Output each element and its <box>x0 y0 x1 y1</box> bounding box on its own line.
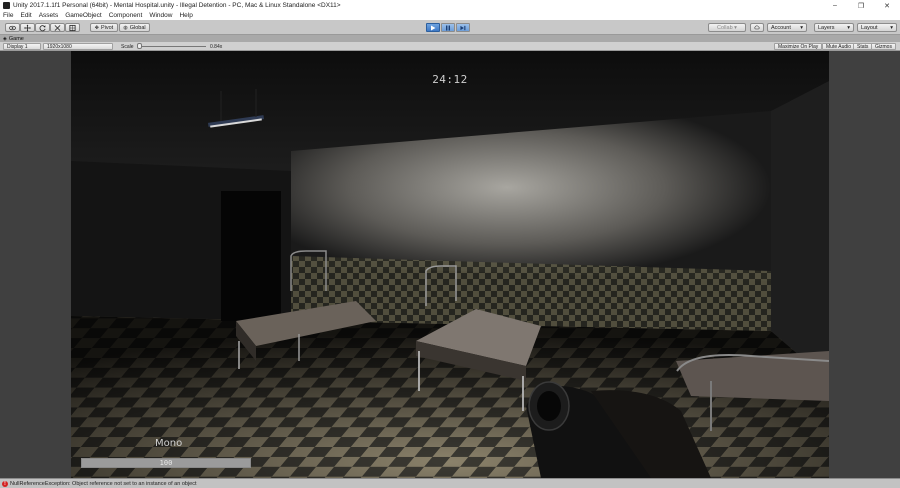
pivot-label: Pivot <box>100 24 114 31</box>
pause-icon <box>446 25 450 30</box>
chevron-down-icon: ▾ <box>800 24 803 31</box>
layers-label: Layers <box>818 24 835 31</box>
scale-slider-track[interactable] <box>138 46 206 47</box>
tab-game-label: Game <box>8 35 24 42</box>
menu-file[interactable]: File <box>3 12 13 19</box>
scale-tool-button[interactable] <box>50 23 65 32</box>
chevron-down-icon: ▾ <box>847 24 850 31</box>
step-button[interactable] <box>456 23 470 32</box>
title-bar: Unity 2017.1.1f1 Personal (64bit) - Ment… <box>0 0 900 11</box>
collab-label: Collab ▾ <box>717 24 737 31</box>
account-dropdown[interactable]: Account ▾ <box>767 23 807 32</box>
menu-assets[interactable]: Assets <box>39 12 59 19</box>
unity-logo-icon <box>3 2 10 9</box>
gamepad-icon: ◈ <box>3 35 7 42</box>
error-icon: ! <box>2 480 8 487</box>
cloud-button[interactable] <box>750 23 764 32</box>
play-button[interactable] <box>426 23 440 32</box>
menu-gameobject[interactable]: GameObject <box>65 12 102 19</box>
pivot-icon: ✥ <box>94 24 99 31</box>
step-icon <box>460 25 466 30</box>
rect-tool-icon <box>69 24 76 31</box>
game-view-panel: 24:12 Mono 100 <box>0 51 900 478</box>
layers-dropdown[interactable]: Layers ▾ <box>814 23 854 32</box>
global-label: Global <box>129 24 146 31</box>
pivot-toggle-button[interactable]: ✥ Pivot <box>90 23 118 32</box>
hand-tool-button[interactable] <box>5 23 20 32</box>
scale-arrows-icon <box>54 24 61 31</box>
menu-window[interactable]: Window <box>149 12 172 19</box>
window-controls: – ❐ ✕ <box>822 0 900 11</box>
rotate-icon <box>39 24 46 31</box>
game-viewport[interactable]: 24:12 Mono 100 <box>71 51 829 478</box>
move-arrows-icon <box>24 24 31 31</box>
collab-dropdown[interactable]: Collab ▾ <box>708 23 746 32</box>
window-title: Unity 2017.1.1f1 Personal (64bit) - Ment… <box>13 2 341 9</box>
game-view-toolbar: Display 1 1920x1080 Scale 0.84x Maximize… <box>0 42 900 51</box>
layout-label: Layout <box>861 24 878 31</box>
menu-help[interactable]: Help <box>179 12 192 19</box>
eye-icon <box>9 25 16 30</box>
maximize-button[interactable]: ❐ <box>848 0 874 11</box>
error-message: NullReferenceException: Object reference… <box>10 480 197 487</box>
layout-dropdown[interactable]: Layout ▾ <box>857 23 897 32</box>
rotate-tool-button[interactable] <box>35 23 50 32</box>
pause-button[interactable] <box>441 23 455 32</box>
tab-game[interactable]: ◈ Game <box>3 36 24 42</box>
move-tool-button[interactable] <box>20 23 35 32</box>
hud-character-name: Mono <box>155 438 183 449</box>
stats-toggle[interactable]: Stats <box>853 43 873 50</box>
scale-slider-handle[interactable] <box>137 43 142 49</box>
hud-health-value: 100 <box>159 459 173 467</box>
game-tab-row: ◈ Game <box>0 35 900 42</box>
play-icon <box>431 25 436 30</box>
resolution-dropdown[interactable]: 1920x1080 <box>43 43 113 50</box>
account-label: Account <box>771 24 791 31</box>
cloud-icon <box>754 25 760 30</box>
menu-bar: File Edit Assets GameObject Component Wi… <box>0 11 900 20</box>
console-status-bar[interactable]: ! NullReferenceException: Object referen… <box>0 478 900 488</box>
game-scene-render <box>71 51 829 478</box>
minimize-button[interactable]: – <box>822 0 848 11</box>
close-button[interactable]: ✕ <box>874 0 900 11</box>
global-toggle-button[interactable]: ◍ Global <box>119 23 150 32</box>
mute-audio-toggle[interactable]: Mute Audio <box>822 43 856 50</box>
hud-timer: 24:12 <box>432 73 468 86</box>
gizmos-dropdown[interactable]: Gizmos <box>871 43 896 50</box>
menu-component[interactable]: Component <box>109 12 143 19</box>
display-dropdown[interactable]: Display 1 <box>3 43 41 50</box>
scale-label: Scale <box>121 43 134 50</box>
scale-value: 0.84x <box>210 43 223 50</box>
globe-icon: ◍ <box>123 24 128 31</box>
menu-edit[interactable]: Edit <box>20 12 31 19</box>
chevron-down-icon: ▾ <box>890 24 893 31</box>
rect-tool-button[interactable] <box>65 23 80 32</box>
main-toolbar: ✥ Pivot ◍ Global Collab ▾ Account ▾ Laye… <box>0 20 900 35</box>
hud-health-bar: 100 <box>81 458 251 468</box>
maximize-on-play-toggle[interactable]: Maximize On Play <box>774 43 823 50</box>
